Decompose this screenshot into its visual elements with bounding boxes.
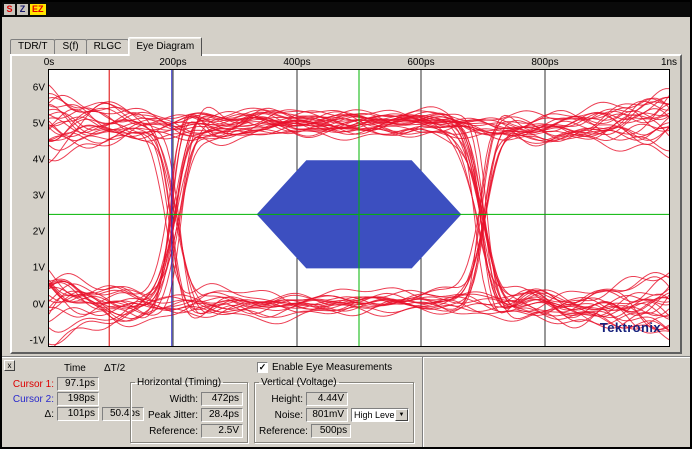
app-icon-s[interactable]: S <box>4 4 15 15</box>
height-label: Height: <box>259 394 303 405</box>
eye-diagram-page: Tektronix 0s 200ps 400ps 600ps 800ps 1ns 6V 5V 4… <box>10 54 682 354</box>
title-bar: S Z EZ <box>2 2 690 17</box>
cursor1-value: 97.1ps <box>57 377 99 391</box>
combo-dropdown-arrow-icon[interactable]: ▼ <box>395 409 408 421</box>
y-axis-tick-label: 0V <box>33 299 45 310</box>
app-icon-z[interactable]: Z <box>17 4 28 15</box>
y-axis-tick-label: 4V <box>33 155 45 166</box>
vertical-voltage-group: Vertical (Voltage) Height: 4.44V Noise: … <box>254 377 414 443</box>
cursor2-label: Cursor 2: <box>8 394 54 405</box>
x-axis-tick-label: 600ps <box>407 57 434 68</box>
y-axis-tick-label: 2V <box>33 227 45 238</box>
width-label: Width: <box>135 394 198 405</box>
enable-eye-measurements-label: Enable Eye Measurements <box>272 362 392 373</box>
height-value: 4.44V <box>306 392 348 406</box>
x-axis-tick-label: 800ps <box>531 57 558 68</box>
cursor1-row: Cursor 1: 97.1ps <box>8 377 99 391</box>
peak-jitter-value: 28.4ps <box>201 408 243 422</box>
app-window: S Z EZ TDR/T S(f) RLGC Eye Diagram Tektr… <box>0 0 692 449</box>
vertical-reference-label: Reference: <box>259 426 308 437</box>
panel-divider <box>422 357 424 447</box>
vertical-reference-value: 500ps <box>311 424 351 438</box>
noise-value: 801mV <box>306 408 348 422</box>
enable-eye-measurements-checkbox[interactable]: ✓ Enable Eye Measurements <box>257 362 392 373</box>
cursor2-row: Cursor 2: 198ps <box>8 392 99 406</box>
horizontal-reference-row: Reference: 2.5V <box>135 424 243 438</box>
delta-t2-column-header: ΔT/2 <box>104 363 125 374</box>
tab-s-f[interactable]: S(f) <box>54 39 86 54</box>
time-column-header: Time <box>64 363 86 374</box>
y-axis-tick-label: 3V <box>33 191 45 202</box>
horizontal-timing-title: Horizontal (Timing) <box>135 377 223 388</box>
x-axis-tick-label: 0s <box>44 57 55 68</box>
app-icon-ez[interactable]: EZ <box>30 4 46 15</box>
noise-level-selected-value[interactable]: High Level <box>352 409 395 421</box>
tab-eye-diagram[interactable]: Eye Diagram <box>128 37 202 56</box>
tektronix-watermark: Tektronix <box>600 320 661 335</box>
y-axis-tick-label: 5V <box>33 119 45 130</box>
eye-diagram-plot[interactable]: Tektronix 0s200ps400ps600ps800ps1ns6V5V4… <box>48 69 670 347</box>
vertical-voltage-title: Vertical (Voltage) <box>259 377 339 388</box>
horizontal-reference-label: Reference: <box>135 426 198 437</box>
horizontal-timing-group: Horizontal (Timing) Width: 472ps Peak Ji… <box>130 377 248 443</box>
delta-row: Δ: 101ps 50.4ps <box>8 407 144 421</box>
noise-row: Noise: 801mV High Level ▼ <box>259 408 409 422</box>
measurement-panel: x Time ΔT/2 Cursor 1: 97.1ps Cursor 2: 1… <box>2 356 690 447</box>
x-axis-tick-label: 200ps <box>159 57 186 68</box>
x-axis-tick-label: 400ps <box>283 57 310 68</box>
horizontal-reference-value: 2.5V <box>201 424 243 438</box>
checkbox-check-icon[interactable]: ✓ <box>257 362 268 373</box>
y-axis-tick-label: -1V <box>29 335 45 346</box>
tab-bar: TDR/T S(f) RLGC Eye Diagram <box>10 36 201 56</box>
width-value: 472ps <box>201 392 243 406</box>
y-axis-tick-label: 1V <box>33 263 45 274</box>
delta-time-value: 101ps <box>57 407 99 421</box>
noise-label: Noise: <box>259 410 303 421</box>
height-row: Height: 4.44V <box>259 392 409 406</box>
peak-jitter-label: Peak Jitter: <box>135 410 198 421</box>
tab-rlgc[interactable]: RLGC <box>86 39 130 54</box>
width-row: Width: 472ps <box>135 392 243 406</box>
close-panel-button[interactable]: x <box>4 360 15 371</box>
x-axis-tick-label: 1ns <box>661 57 677 68</box>
y-axis-tick-label: 6V <box>33 83 45 94</box>
peak-jitter-row: Peak Jitter: 28.4ps <box>135 408 243 422</box>
vertical-reference-row: Reference: 500ps <box>259 424 409 438</box>
eye-diagram-canvas[interactable] <box>49 70 669 346</box>
cursor1-label: Cursor 1: <box>8 379 54 390</box>
noise-level-select[interactable]: High Level ▼ <box>351 408 409 422</box>
cursor2-value: 198ps <box>57 392 99 406</box>
tab-tdr-t[interactable]: TDR/T <box>10 39 55 54</box>
delta-label: Δ: <box>8 409 54 420</box>
